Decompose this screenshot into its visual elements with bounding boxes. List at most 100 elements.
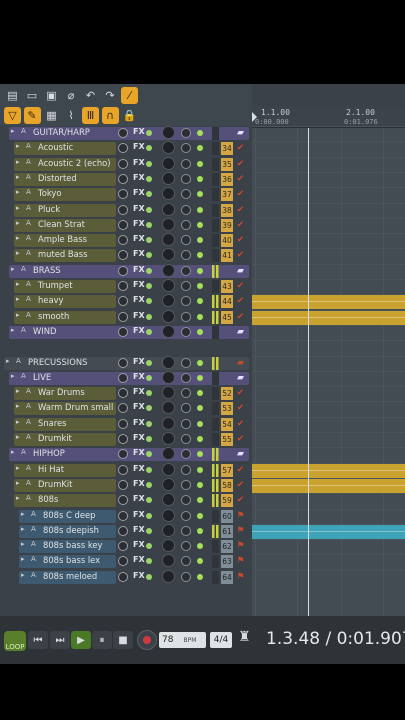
pan-knob[interactable]: [181, 556, 191, 567]
mute-led[interactable]: [146, 359, 152, 366]
volume-knob[interactable]: [118, 235, 128, 246]
pan-knob[interactable]: [181, 326, 191, 337]
volume-knob[interactable]: [118, 495, 128, 506]
plugin-icon[interactable]: ✔: [234, 142, 247, 155]
folder-icon[interactable]: ▰: [234, 265, 247, 278]
pan-knob[interactable]: [181, 173, 191, 184]
folder-icon[interactable]: ⚑: [234, 525, 247, 538]
fx-button[interactable]: FX: [133, 418, 145, 427]
automation-icon[interactable]: A: [26, 479, 31, 487]
automation-icon[interactable]: A: [31, 571, 36, 579]
fx-button[interactable]: FX: [133, 158, 145, 167]
fx-button[interactable]: FX: [133, 280, 145, 289]
plugin-icon[interactable]: ✔: [234, 387, 247, 400]
bars-icon[interactable]: Ⅲ: [82, 107, 99, 124]
send-knob[interactable]: [162, 126, 175, 139]
fx-button[interactable]: FX: [133, 357, 145, 366]
pan-knob[interactable]: [181, 372, 191, 383]
mixer-track-number[interactable]: 59: [221, 494, 233, 508]
send-knob[interactable]: [162, 187, 175, 201]
channel-row[interactable]: ▸ A Warm Drum small FX 53 ✔: [0, 401, 249, 416]
plugin-icon[interactable]: ✔: [234, 158, 247, 171]
save-icon[interactable]: ▣: [43, 87, 60, 104]
automation-icon[interactable]: A: [26, 295, 31, 303]
fx-button[interactable]: FX: [133, 479, 145, 488]
fx-button[interactable]: FX: [133, 127, 145, 136]
fx-button[interactable]: FX: [133, 219, 145, 228]
volume-knob[interactable]: [118, 296, 128, 307]
folder-icon[interactable]: ⚑: [234, 571, 247, 584]
mixer-track-number[interactable]: 45: [221, 310, 233, 324]
mute-led[interactable]: [146, 206, 152, 213]
expand-arrow-icon[interactable]: ▸: [21, 540, 25, 548]
mixer-track-number[interactable]: 60: [221, 509, 233, 523]
active-led[interactable]: [197, 252, 203, 259]
automation-icon[interactable]: A: [26, 234, 31, 242]
volume-knob[interactable]: [118, 128, 128, 138]
channel-row[interactable]: ▸ A GUITAR/HARP FX ▰: [0, 126, 249, 141]
fx-button[interactable]: FX: [133, 555, 145, 564]
plugin-icon[interactable]: ✔: [234, 494, 247, 507]
redo-icon[interactable]: ↷: [102, 87, 119, 104]
fx-button[interactable]: FX: [133, 188, 145, 197]
active-led[interactable]: [197, 390, 203, 397]
send-knob[interactable]: [162, 554, 175, 568]
active-led[interactable]: [197, 512, 203, 519]
active-led[interactable]: [197, 497, 203, 504]
mixer-track-number[interactable]: 55: [221, 433, 233, 446]
mixer-track-number[interactable]: 44: [221, 295, 233, 309]
fx-button[interactable]: FX: [133, 510, 145, 519]
channel-row[interactable]: ▸ A Pluck FX 38 ✔: [0, 202, 249, 218]
mixer-track-number[interactable]: 36: [221, 172, 233, 186]
volume-knob[interactable]: [118, 388, 128, 399]
pan-knob[interactable]: [181, 510, 191, 521]
plugin-icon[interactable]: ✔: [234, 188, 247, 201]
active-led[interactable]: [197, 145, 203, 152]
channel-row[interactable]: ▸ A Trumpet FX 43 ✔: [0, 279, 249, 294]
active-led[interactable]: [197, 328, 203, 335]
plugin-icon[interactable]: ✔: [234, 173, 247, 186]
fx-button[interactable]: FX: [133, 494, 145, 503]
send-knob[interactable]: [162, 539, 175, 553]
channel-row[interactable]: ▸ A Ample Bass FX 40 ✔: [0, 233, 249, 248]
volume-knob[interactable]: [118, 525, 128, 536]
send-knob[interactable]: [162, 217, 175, 231]
mute-led[interactable]: [146, 481, 152, 488]
volume-knob[interactable]: [118, 143, 128, 154]
pencil-tool-icon[interactable]: ✎: [23, 107, 41, 124]
mixer-track-number[interactable]: 39: [221, 218, 233, 232]
pause-button[interactable]: ⏸: [92, 631, 112, 649]
send-knob[interactable]: [162, 569, 175, 583]
send-knob[interactable]: [162, 233, 175, 247]
channel-row[interactable]: ▸ Aheavy FX 44 ✔: [0, 294, 249, 309]
channel-row[interactable]: ▸ A 808s bass lex FX 63 ⚑: [0, 554, 249, 569]
pan-knob[interactable]: [181, 525, 191, 536]
mixer-track-number[interactable]: 62: [221, 540, 233, 554]
plugin-icon[interactable]: ✔: [234, 402, 247, 415]
loop-button[interactable]: LOOP: [4, 631, 26, 651]
active-led[interactable]: [197, 527, 203, 534]
pan-knob[interactable]: [181, 158, 191, 169]
timeline-ruler[interactable]: 1.1.00 0:00.000 2.1.00 0:01.076: [252, 106, 405, 128]
automation-icon[interactable]: A: [21, 448, 26, 456]
volume-knob[interactable]: [118, 357, 128, 368]
automation-icon[interactable]: A: [31, 525, 36, 533]
plugin-icon[interactable]: ✔: [234, 479, 247, 492]
channel-row[interactable]: ▸ Asmooth FX 45 ✔: [0, 309, 249, 325]
active-led[interactable]: [197, 160, 203, 167]
pan-knob[interactable]: [181, 479, 191, 490]
mute-led[interactable]: [146, 221, 152, 228]
expand-arrow-icon[interactable]: ▸: [16, 158, 20, 166]
volume-knob[interactable]: [118, 479, 128, 490]
mixer-track-number[interactable]: 34: [221, 142, 233, 156]
mute-led[interactable]: [146, 130, 152, 136]
folder-icon[interactable]: ▰: [234, 357, 247, 370]
expand-arrow-icon[interactable]: ▸: [16, 188, 20, 196]
volume-knob[interactable]: [118, 434, 128, 444]
volume-knob[interactable]: [118, 541, 128, 552]
send-knob[interactable]: [162, 493, 175, 507]
mute-led[interactable]: [146, 527, 152, 534]
send-knob[interactable]: [162, 508, 175, 522]
send-knob[interactable]: [162, 309, 175, 323]
playlist[interactable]: 1.1.00 0:00.000 2.1.00 0:01.076: [252, 106, 405, 638]
